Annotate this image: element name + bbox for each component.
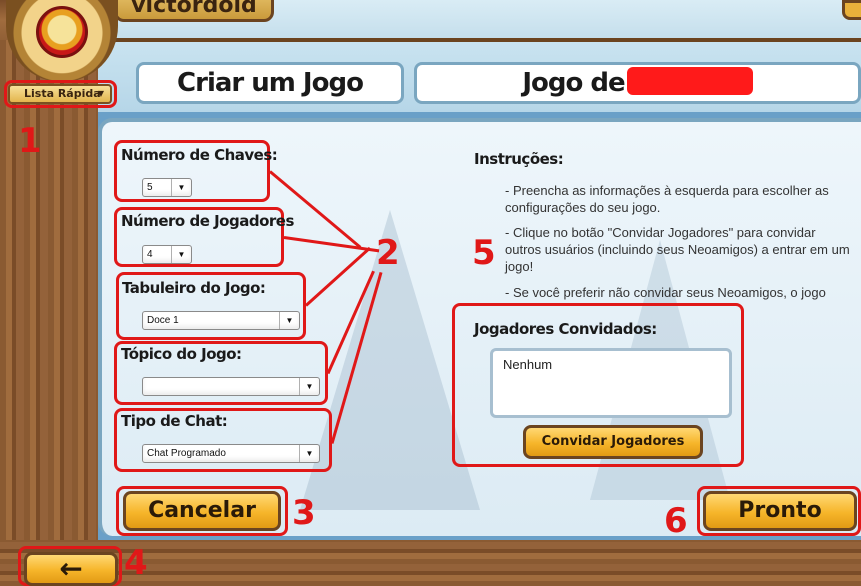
instruction-2: - Clique no botão "Convidar Jogadores" p… (505, 225, 850, 274)
game-of-label: Jogo de (522, 68, 625, 98)
players-select-value: 4 (147, 249, 153, 260)
arrow-left-icon: ← (59, 552, 83, 585)
create-game-title: Criar um Jogo (136, 62, 404, 104)
keys-select[interactable]: 5 ▼ (142, 178, 192, 197)
players-select[interactable]: 4 ▼ (142, 245, 192, 264)
annotation-box-1 (4, 80, 117, 108)
invited-players-list[interactable]: Nenhum (490, 348, 732, 418)
chevron-down-icon: ▼ (171, 179, 191, 196)
chat-select[interactable]: Chat Programado ▼ (142, 444, 320, 463)
annotation-number-2: 2 (376, 233, 400, 273)
ready-button[interactable]: Pronto (703, 491, 857, 531)
board-select-value: Doce 1 (147, 315, 179, 326)
annotation-number-6: 6 (664, 501, 688, 541)
left-wood-frame (0, 40, 98, 586)
chevron-down-icon: ▼ (299, 378, 319, 395)
chevron-down-icon: ▼ (299, 445, 319, 462)
invite-players-button[interactable]: Convidar Jogadores (523, 425, 703, 459)
top-right-tab[interactable] (842, 0, 861, 20)
instruction-3: - Se você preferir não convidar seus Neo… (505, 285, 826, 300)
invited-players-value: Nenhum (503, 357, 553, 372)
annotation-number-3: 3 (292, 493, 316, 533)
keys-label: Número de Chaves: (121, 146, 278, 164)
game-of-title: Jogo de (414, 62, 861, 104)
avatar[interactable] (36, 6, 88, 58)
annotation-number-1: 1 (18, 121, 42, 161)
cancel-button[interactable]: Cancelar (123, 491, 281, 531)
board-select[interactable]: Doce 1 ▼ (142, 311, 300, 330)
chevron-down-icon: ▼ (279, 312, 299, 329)
keys-select-value: 5 (147, 182, 153, 193)
chevron-down-icon: ▼ (171, 246, 191, 263)
players-label: Número de Jogadores (121, 212, 294, 230)
topic-select[interactable]: ▼ (142, 377, 320, 396)
instruction-1: - Preencha as informações à esquerda par… (505, 183, 829, 215)
redacted-name (626, 66, 753, 95)
chat-label: Tipo de Chat: (121, 412, 228, 430)
username-badge: victordold (114, 0, 274, 22)
topic-label: Tópico do Jogo: (121, 345, 242, 363)
invited-players-title: Jogadores Convidados: (474, 320, 657, 338)
chat-select-value: Chat Programado (147, 448, 226, 459)
board-label: Tabuleiro do Jogo: (122, 279, 266, 297)
instructions-title: Instruções: (474, 150, 564, 168)
annotation-number-4: 4 (124, 543, 148, 583)
annotation-number-5: 5 (472, 233, 496, 273)
back-button[interactable]: ← (24, 552, 118, 586)
